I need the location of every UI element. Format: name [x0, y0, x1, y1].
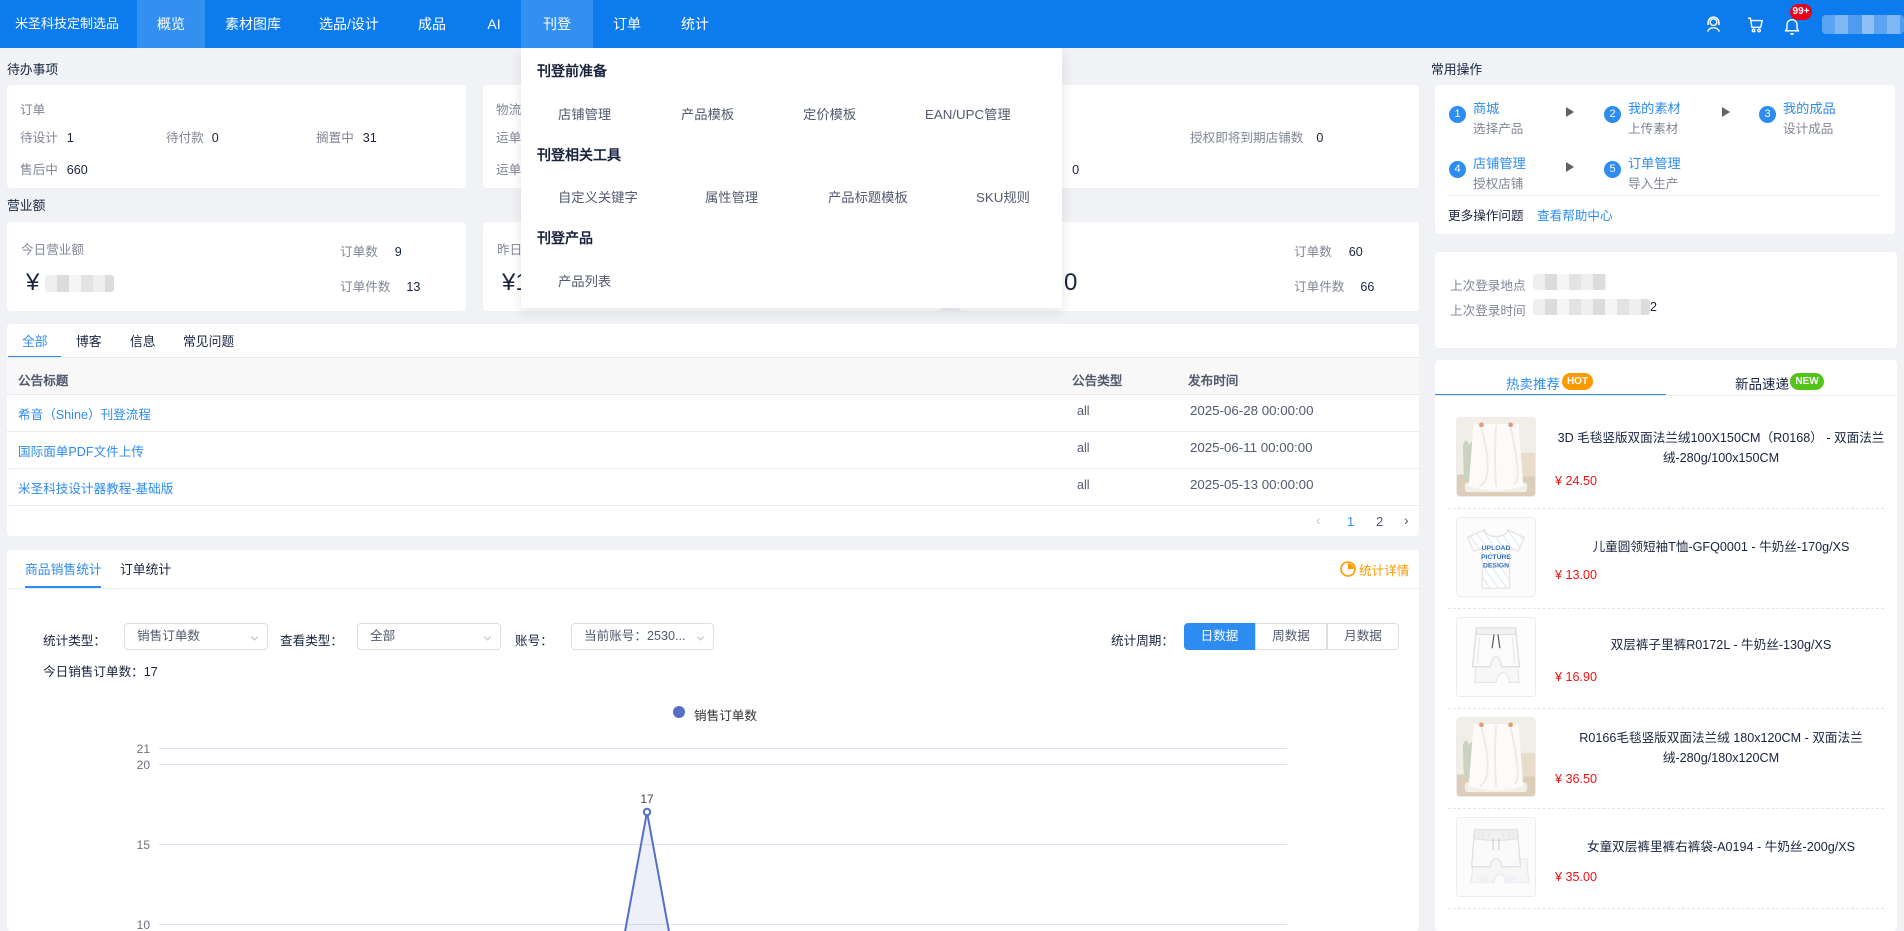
svg-text:15: 15: [137, 838, 151, 852]
svg-text:21: 21: [137, 742, 151, 756]
svg-text:20: 20: [137, 758, 151, 772]
svg-text:UPLOAD: UPLOAD: [1482, 545, 1511, 552]
svg-text:10: 10: [137, 918, 151, 931]
svg-text:DESIGN: DESIGN: [1483, 563, 1509, 570]
svg-text:17: 17: [640, 792, 654, 806]
svg-text:PICTURE: PICTURE: [1481, 554, 1511, 561]
